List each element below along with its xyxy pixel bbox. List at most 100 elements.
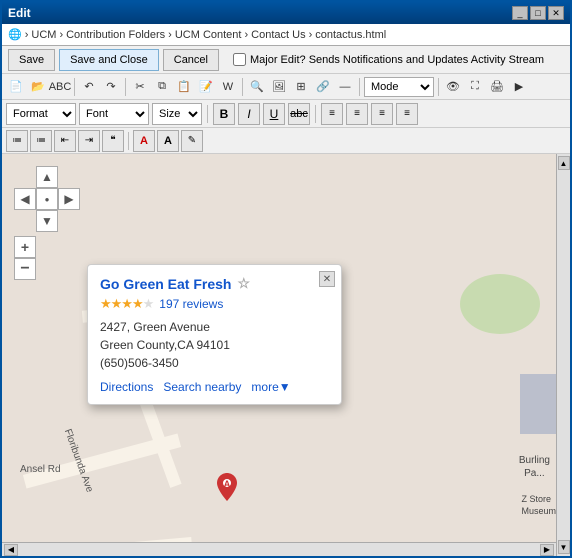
blockquote-button[interactable]: ❝: [102, 130, 124, 152]
sep-list: [128, 132, 129, 150]
map-popup: ✕ Go Green Eat Fresh ☆ ★★★★★ 197 reviews…: [87, 264, 342, 405]
sep-align: [315, 105, 316, 123]
align-left-button[interactable]: ≡: [321, 103, 343, 125]
scroll-left-arrow[interactable]: ◀: [4, 544, 18, 556]
font-color-button[interactable]: A: [157, 130, 179, 152]
scroll-down-arrow[interactable]: ▼: [558, 540, 570, 554]
open-icon[interactable]: 📂: [28, 77, 48, 97]
italic-button[interactable]: I: [238, 103, 260, 125]
align-center-button[interactable]: ≡: [346, 103, 368, 125]
breadcrumb-sep2: ›: [59, 29, 63, 41]
popup-address: 2427, Green Avenue Green County,CA 94101…: [100, 318, 329, 372]
map-pin[interactable]: A: [217, 473, 237, 501]
undo-icon[interactable]: ↶: [79, 77, 99, 97]
paste-word-icon[interactable]: W: [218, 77, 238, 97]
window-title: Edit: [8, 6, 31, 20]
pan-down-button[interactable]: ▼: [36, 210, 58, 232]
sep-fmt: [207, 105, 208, 123]
preview-icon[interactable]: 👁: [443, 77, 463, 97]
popup-actions: Directions Search nearby more▼: [100, 380, 329, 394]
scroll-right-arrow[interactable]: ▶: [540, 544, 554, 556]
font-select[interactable]: Font: [79, 103, 149, 125]
major-edit-area: Major Edit? Sends Notifications and Upda…: [233, 53, 544, 66]
content-area[interactable]: Ansel Rd Floribunda Ave Oak Grove Mango.…: [2, 154, 570, 556]
img-icon[interactable]: 🖼: [269, 77, 289, 97]
cut-icon[interactable]: ✂: [130, 77, 150, 97]
fullscreen-icon[interactable]: ⛶: [465, 77, 485, 97]
mode-select[interactable]: Mode: [364, 77, 434, 97]
main-toolbar: Save Save and Close Cancel Major Edit? S…: [2, 46, 570, 74]
zoom-in-button[interactable]: +: [14, 236, 36, 258]
review-count[interactable]: 197 reviews: [159, 297, 223, 311]
maximize-button[interactable]: □: [530, 6, 546, 20]
redo-icon[interactable]: ↷: [101, 77, 121, 97]
breadcrumb-ucm[interactable]: UCM: [31, 29, 56, 41]
ordered-list-button[interactable]: ≔: [30, 130, 52, 152]
zoom-out-button[interactable]: −: [14, 258, 36, 280]
horizontal-scrollbar[interactable]: ◀ ▶: [2, 542, 556, 556]
format-select[interactable]: Format: [6, 103, 76, 125]
popup-title: Go Green Eat Fresh ☆: [100, 275, 329, 292]
breadcrumb-sep4: ›: [244, 29, 248, 41]
clear-format-button[interactable]: ✎: [181, 130, 203, 152]
park-green: [460, 274, 540, 334]
outdent-button[interactable]: ⇤: [54, 130, 76, 152]
edit-window: Edit _ □ ✕ 🌐 › UCM › Contribution Folder…: [0, 0, 572, 558]
print-icon[interactable]: 🖨: [487, 77, 507, 97]
title-bar: Edit _ □ ✕: [2, 2, 570, 24]
align-justify-button[interactable]: ≡: [396, 103, 418, 125]
star-rating: ★★★★★: [100, 296, 153, 312]
underline-button[interactable]: U: [263, 103, 285, 125]
spell-check-icon[interactable]: ABC: [50, 77, 70, 97]
format-toolbar: Format Font Size B I U abc ≡ ≡ ≡ ≡: [2, 100, 570, 128]
link-icon[interactable]: 🔗: [313, 77, 333, 97]
unordered-list-button[interactable]: ≔: [6, 130, 28, 152]
sep1: [74, 78, 75, 96]
breadcrumb-contribution-folders[interactable]: Contribution Folders: [66, 29, 165, 41]
breadcrumb-ucm-content[interactable]: UCM Content: [175, 29, 242, 41]
copy-icon[interactable]: ⧉: [152, 77, 172, 97]
size-select[interactable]: Size: [152, 103, 202, 125]
sep5: [438, 78, 439, 96]
breadcrumb-contact-us[interactable]: Contact Us: [251, 29, 305, 41]
hr-icon[interactable]: —: [335, 77, 355, 97]
pan-left-button[interactable]: ◀: [14, 188, 36, 210]
scroll-up-arrow[interactable]: ▲: [558, 156, 570, 170]
close-button[interactable]: ✕: [548, 6, 564, 20]
save-close-button[interactable]: Save and Close: [59, 49, 159, 71]
indent-button[interactable]: ⇥: [78, 130, 100, 152]
new-doc-icon[interactable]: 📄: [6, 77, 26, 97]
breadcrumb-sep: ›: [25, 29, 29, 41]
popup-close-button[interactable]: ✕: [319, 271, 335, 287]
major-edit-label: Major Edit? Sends Notifications and Upda…: [250, 54, 544, 66]
align-right-button[interactable]: ≡: [371, 103, 393, 125]
save-button[interactable]: Save: [8, 49, 55, 71]
paste-text-icon[interactable]: 📝: [196, 77, 216, 97]
favorite-star-icon[interactable]: ☆: [237, 275, 250, 292]
directions-link[interactable]: Directions: [100, 380, 153, 394]
font-color-bg-button[interactable]: A: [133, 130, 155, 152]
pan-right-button[interactable]: ▶: [58, 188, 80, 210]
sep2: [125, 78, 126, 96]
vertical-scrollbar[interactable]: ▲ ▼: [556, 154, 570, 556]
burlington-label: BurlingPa...: [519, 454, 550, 480]
breadcrumb-file[interactable]: contactus.html: [315, 29, 386, 41]
find-icon[interactable]: 🔍: [247, 77, 267, 97]
map-container: Ansel Rd Floribunda Ave Oak Grove Mango.…: [2, 154, 570, 556]
breadcrumb-sep5: ›: [309, 29, 313, 41]
cancel-button[interactable]: Cancel: [163, 49, 219, 71]
address-line2: Green County,CA 94101: [100, 336, 329, 354]
pan-up-button[interactable]: ▲: [36, 166, 58, 188]
more-icon[interactable]: ▶: [509, 77, 529, 97]
pan-center-button[interactable]: ●: [36, 188, 58, 210]
more-link[interactable]: more▼: [251, 380, 290, 394]
map-controls: ▲ ◀ ● ▶ ▼ + −: [14, 166, 80, 280]
strikethrough-button[interactable]: abc: [288, 103, 310, 125]
bold-button[interactable]: B: [213, 103, 235, 125]
paste-icon[interactable]: 📋: [174, 77, 194, 97]
table-icon[interactable]: ⊞: [291, 77, 311, 97]
search-nearby-link[interactable]: Search nearby: [163, 380, 241, 394]
major-edit-checkbox[interactable]: [233, 53, 246, 66]
breadcrumb-icon: 🌐: [8, 28, 22, 41]
minimize-button[interactable]: _: [512, 6, 528, 20]
